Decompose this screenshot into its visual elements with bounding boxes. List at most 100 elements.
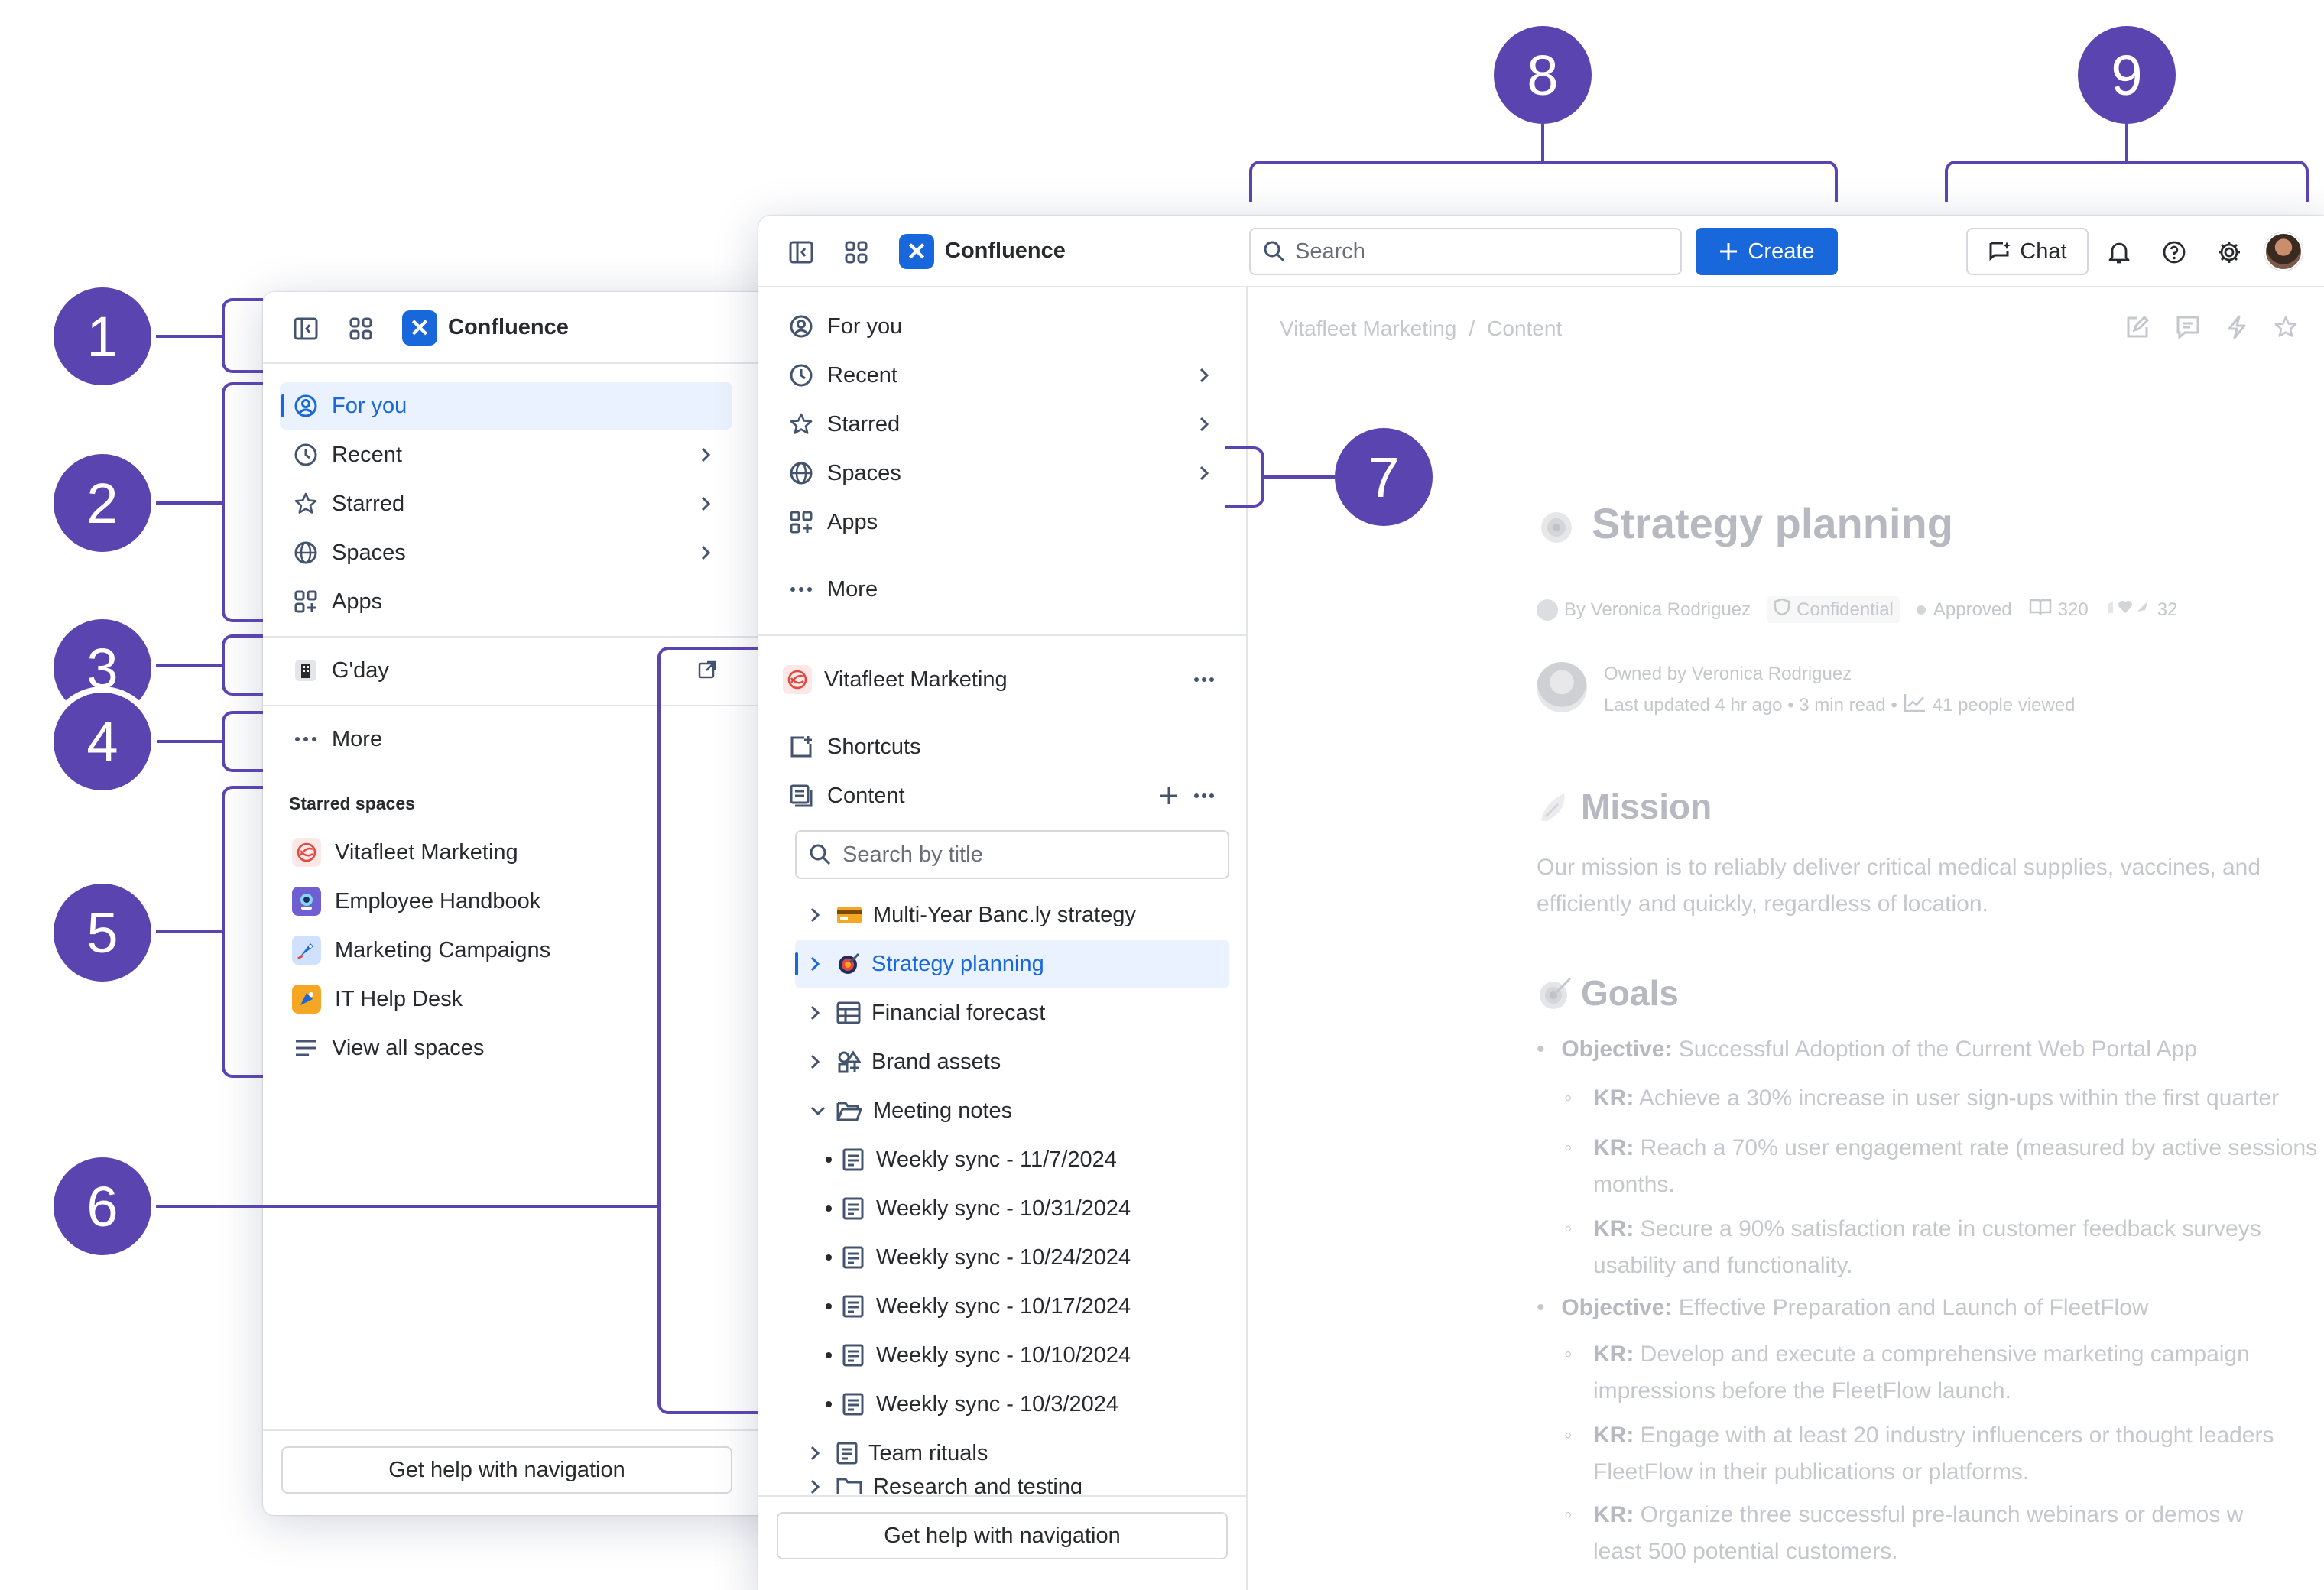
star-icon[interactable]: [2274, 315, 2298, 343]
search-input[interactable]: Search: [1249, 228, 1682, 275]
chevron-right-icon[interactable]: [694, 541, 717, 564]
search-icon: [1263, 240, 1286, 263]
space-name: Vitafleet Marketing: [824, 667, 1008, 692]
get-help-navigation-button[interactable]: Get help with navigation: [281, 1446, 732, 1494]
tree-item[interactable]: Weekly sync - 10/3/2024: [795, 1381, 1229, 1428]
tree-item[interactable]: Weekly sync - 10/31/2024: [795, 1185, 1229, 1232]
connector-line: [156, 740, 222, 743]
more-dots-icon[interactable]: [1193, 668, 1216, 691]
tree-item[interactable]: Weekly sync - 10/17/2024: [795, 1283, 1229, 1330]
collapse-sidebar-icon[interactable]: [290, 313, 321, 344]
chevron-right-icon[interactable]: [809, 1053, 836, 1071]
help-icon[interactable]: [2159, 237, 2189, 268]
comment-icon[interactable]: [2176, 315, 2200, 343]
tree-search-input[interactable]: Search by title: [795, 830, 1229, 879]
tree-item[interactable]: Weekly sync - 11/7/2024: [795, 1136, 1229, 1183]
goals-emoji-icon: [1537, 974, 1575, 1016]
user-avatar[interactable]: [2264, 232, 2303, 271]
tree-item[interactable]: Brand assets: [795, 1038, 1229, 1085]
create-button[interactable]: Create: [1696, 228, 1838, 275]
last-updated-row: Last updated 4 hr ago • 3 min read • 41 …: [1604, 693, 2076, 718]
chevron-right-icon[interactable]: [809, 906, 836, 924]
tree-item[interactable]: Research and testing: [795, 1478, 1229, 1494]
tree-item-selected[interactable]: Strategy planning: [795, 940, 1229, 988]
tree-label: Brand assets: [872, 1049, 1001, 1074]
breadcrumb-content[interactable]: Content: [1487, 316, 1562, 341]
chevron-right-icon[interactable]: [809, 1444, 836, 1462]
globe-icon: [292, 539, 320, 566]
space-header[interactable]: Vitafleet Marketing: [775, 656, 1231, 703]
nav-spaces[interactable]: Spaces: [280, 529, 732, 576]
plus-icon: [1719, 242, 1738, 261]
app-switcher-icon[interactable]: [346, 313, 376, 344]
chevron-right-icon[interactable]: [694, 443, 717, 466]
tree-item[interactable]: Weekly sync - 10/24/2024: [795, 1234, 1229, 1281]
main-window: ✕ Confluence Search Create Chat For you: [758, 216, 2324, 1590]
chat-label: Chat: [2020, 238, 2067, 264]
nav-recent[interactable]: Recent: [280, 431, 732, 479]
chevron-right-icon[interactable]: [809, 955, 836, 973]
chevron-right-icon[interactable]: [694, 492, 717, 515]
nav-starred[interactable]: Starred: [280, 480, 732, 527]
chevron-right-icon[interactable]: [1193, 364, 1216, 387]
credit-card-icon: [836, 905, 862, 925]
objective-1: • Objective: Successful Adoption of the …: [1537, 1037, 2197, 1062]
person-circle-icon: [292, 392, 320, 420]
nav-more[interactable]: More: [775, 566, 1231, 613]
nav-label: View all spaces: [332, 1035, 485, 1060]
selected-indicator: [281, 394, 284, 417]
tree-item[interactable]: Meeting notes: [795, 1087, 1229, 1134]
space-shortcuts[interactable]: Shortcuts: [775, 723, 1231, 771]
get-help-navigation-button[interactable]: Get help with navigation: [777, 1512, 1228, 1559]
collapse-sidebar-icon[interactable]: [786, 237, 816, 268]
breadcrumb-space[interactable]: Vitafleet Marketing: [1280, 316, 1456, 341]
app-switcher-icon[interactable]: [841, 237, 872, 268]
lightning-icon[interactable]: [2226, 315, 2248, 343]
tree-item[interactable]: Multi-Year Banc.ly strategy: [795, 891, 1229, 939]
tree-item[interactable]: Financial forecast: [795, 989, 1229, 1037]
chevron-down-icon[interactable]: [809, 1105, 836, 1117]
chevron-right-icon[interactable]: [809, 1004, 836, 1022]
nav-label: Shortcuts: [827, 734, 921, 759]
connector-line: [156, 501, 222, 505]
nav-apps[interactable]: Apps: [775, 498, 1231, 546]
app-name: Confluence: [945, 238, 1066, 263]
bullet-icon: •: [1537, 1037, 1545, 1062]
divider: [758, 1495, 1248, 1497]
left-topbar: ✕ Confluence: [263, 292, 798, 364]
page-icon: [842, 1393, 864, 1416]
tree-item[interactable]: Team rituals: [795, 1429, 1229, 1477]
owner-avatar: [1537, 662, 1587, 712]
list-icon: [292, 1034, 320, 1062]
chevron-right-icon[interactable]: [1193, 413, 1216, 436]
chevron-right-icon[interactable]: [1193, 462, 1216, 485]
page-icon: [836, 1442, 858, 1465]
more-dots-icon[interactable]: [1193, 784, 1216, 807]
reactions[interactable]: 32: [2105, 598, 2177, 621]
byline-row: By Veronica Rodriguez Confidential Appro…: [1537, 596, 2177, 623]
search-icon: [809, 843, 832, 866]
chat-button[interactable]: Chat: [1966, 228, 2089, 275]
notifications-bell-icon[interactable]: [2104, 237, 2134, 268]
nav-for-you[interactable]: For you: [775, 303, 1231, 350]
nav-spaces[interactable]: Spaces: [775, 449, 1231, 497]
tree-item[interactable]: Weekly sync - 10/10/2024: [795, 1332, 1229, 1379]
add-content-icon[interactable]: [1159, 786, 1179, 806]
confluence-logo-icon[interactable]: ✕: [402, 310, 437, 346]
settings-gear-icon[interactable]: [2214, 237, 2244, 268]
nav-for-you[interactable]: For you: [280, 382, 732, 430]
confluence-logo-icon[interactable]: ✕: [899, 234, 934, 269]
tree-label: Financial forecast: [872, 1000, 1046, 1025]
nav-apps[interactable]: Apps: [280, 578, 732, 625]
nav-starred[interactable]: Starred: [775, 401, 1231, 448]
nav-recent[interactable]: Recent: [775, 352, 1231, 399]
confidential-badge[interactable]: Confidential: [1767, 596, 1900, 623]
edit-pencil-icon[interactable]: [2125, 315, 2150, 343]
space-content[interactable]: Content: [775, 772, 1231, 819]
chevron-right-icon[interactable]: [809, 1478, 836, 1494]
mission-text-2: efficiently and quickly, regardless of l…: [1537, 891, 1988, 917]
tree-label: Weekly sync - 10/31/2024: [876, 1196, 1131, 1221]
status-badge[interactable]: Approved: [1916, 599, 2012, 621]
connector-line: [156, 1205, 661, 1208]
status-dot-icon: [1916, 605, 1926, 615]
